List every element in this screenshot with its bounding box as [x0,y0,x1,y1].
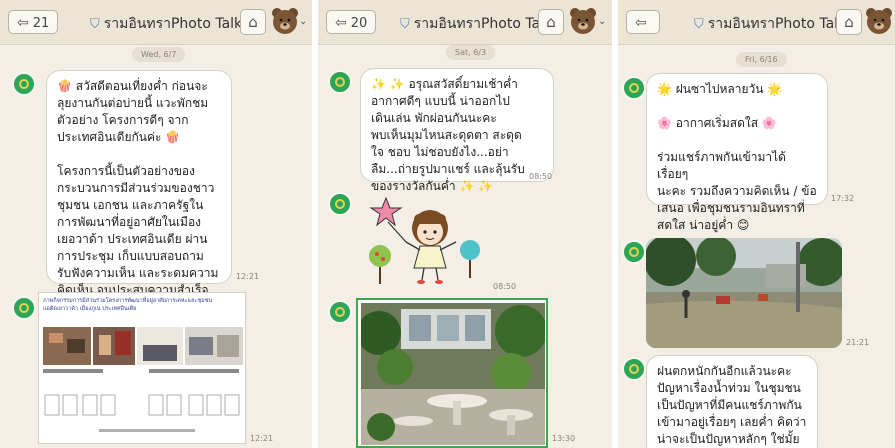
back-button[interactable]: ⇦ [626,10,660,34]
flooded-street-photo [646,238,842,348]
home-button[interactable]: ⌂ [240,9,266,35]
image-caption: ภาพกิจกรรมการมีส่วนร่วมโครงการพัฒนาที่อย… [43,298,213,312]
chat-header: ⇦ ⛉ รามอินทราPhoto Talk ⌂ [618,0,895,45]
girl-with-star-sticker[interactable] [366,194,484,288]
avatar[interactable] [622,357,646,381]
message-time: 08:50 [529,172,553,181]
date-badge: Wed, 6/7 [132,47,186,62]
garden-cafe-photo [358,303,546,445]
message-time: 08:50 [493,282,517,291]
chat-title: ⛉ รามอินทราPhoto Talk [400,16,553,32]
home-icon: ⌂ [248,13,258,31]
message-bubble: ฝนตกหนักกันอีกแล้วนะคะ ปัญหาเรื่องน้ำท่ว… [646,355,818,448]
home-icon: ⌂ [844,13,854,31]
message-bubble: 🍿 สวัสดีตอนเที่ยงค่ำ ก่อนจะ ลุยงานกันต่อ… [46,70,232,297]
date-badge: Sat, 6/3 [446,45,496,60]
home-button[interactable]: ⌂ [836,9,862,35]
avatar[interactable] [12,72,36,96]
home-button[interactable]: ⌂ [538,9,564,35]
avatar[interactable] [328,70,352,94]
bear-avatar-icon[interactable] [568,6,598,36]
activity-collage-image [43,327,243,432]
shield-icon: ⛉ [694,17,704,32]
image-message[interactable] [646,238,842,348]
bear-avatar-icon[interactable] [864,6,894,36]
shield-icon: ⛉ [400,17,410,32]
avatar[interactable] [12,296,36,320]
chat-title: ⛉ รามอินทราPhoto Talk [694,16,847,32]
chevron-down-icon[interactable]: ⌄ [299,16,307,27]
chat-title: ⛉ รามอินทราPhoto Talk [90,16,243,32]
chat-panel-1: ⇦ 21 ⛉ รามอินทราPhoto Talk ⌂ ⌄ Wed, 6/7 🍿 … [0,0,312,448]
message-time: 13:30 [552,434,576,443]
back-button[interactable]: ⇦ 20 [326,10,377,34]
message-time: 12:21 [236,272,260,281]
back-arrow-icon: ⇦ [17,15,29,31]
date-badge: Fri, 6/16 [736,52,787,67]
message-time: 12:21 [250,434,274,443]
message-time: 17:32 [831,194,855,203]
home-icon: ⌂ [546,13,556,31]
image-message[interactable] [356,298,548,448]
chevron-down-icon[interactable]: ⌄ [598,16,606,27]
back-arrow-icon: ⇦ [335,15,347,31]
back-arrow-icon: ⇦ [635,15,647,31]
avatar[interactable] [622,76,646,100]
avatar[interactable] [328,300,352,324]
chat-panel-3: ⇦ ⛉ รามอินทราPhoto Talk ⌂ Fri, 6/16 🌟 ฝนซ… [618,0,895,448]
shield-icon: ⛉ [90,17,100,32]
message-bubble: ✨ ✨ อรุณสวัสดิ์ยามเช้าค่ำ อากาศดีๆ แบบนี… [360,68,554,193]
avatar[interactable] [328,192,352,216]
bear-avatar-icon[interactable] [270,6,300,36]
back-button[interactable]: ⇦ 21 [8,10,59,34]
message-bubble: 🌟 ฝนซาไปหลายวัน 🌟 🌸 อากาศเริ่มสดใส 🌸 ร่ว… [646,73,828,232]
chat-header: ⇦ 21 ⛉ รามอินทราPhoto Talk ⌂ ⌄ [0,0,312,45]
avatar[interactable] [622,240,646,264]
chat-header: ⇦ 20 ⛉ รามอินทราPhoto Talk ⌂ ⌄ [318,0,612,45]
chat-panel-2: ⇦ 20 ⛉ รามอินทราPhoto Talk ⌂ ⌄ Sat, 6/3 ✨ … [318,0,612,448]
message-time: 21:21 [846,338,870,347]
image-message[interactable]: ภาพกิจกรรมการมีส่วนร่วมโครงการพัฒนาที่อย… [38,292,246,444]
